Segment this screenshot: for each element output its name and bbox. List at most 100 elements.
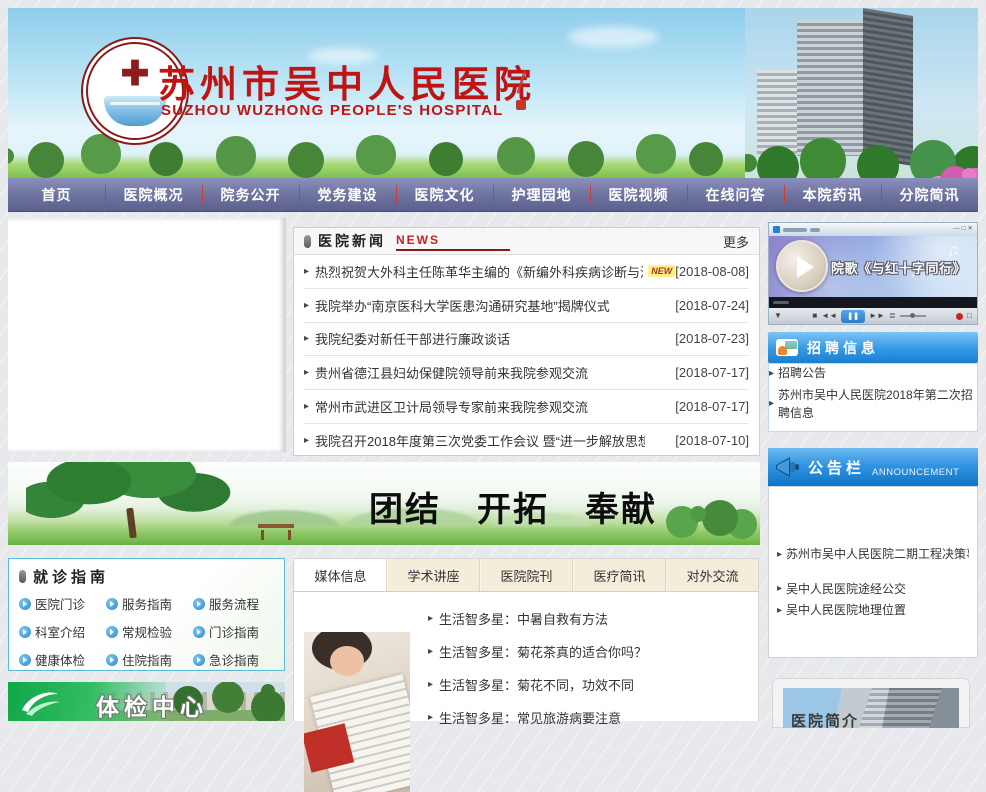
arrow-bullet-icon: ▸ [777,581,782,597]
news-item-date: [2018-07-17] [675,399,749,414]
media-tab[interactable]: 医疗简讯 [573,559,666,591]
media-tab[interactable]: 医院院刊 [480,559,573,591]
media-article-text: 生活智多星：菊花茶真的适合你吗？ [439,642,647,661]
player-title-decor [810,228,820,232]
guide-link[interactable]: 服务流程 [193,594,280,613]
main-nav: 首页 医院概况 院务公开 党务建设 医院文化 护理园地 医院视频 在线问答 本院… [8,178,978,212]
window-controls: — □ ✕ [953,226,973,233]
hospital-name-cn: 苏州市吴中人民医院 [158,54,536,108]
announcement-item-text: 吴中人民医院途经公交 [786,580,906,599]
intro-building-photo: 医院简介 [783,688,959,728]
news-list-item[interactable]: ▸ 我院举办“南京医科大学医患沟通研究基地”揭牌仪式 NEW [2018-07-… [304,289,749,323]
news-title: 医院新闻 [318,231,386,251]
news-header: 医院新闻 NEWS 更多 [294,228,759,255]
news-item-date: [2018-07-10] [675,433,749,448]
guide-header: 就诊指南 [9,559,284,590]
news-item-text: 热烈祝贺大外科主任陈革华主编的《新编外科疾病诊断与治 [315,262,643,281]
video-caption: 院歌《与红十字同行》 [831,258,966,277]
guide-link[interactable]: 门诊指南 [193,622,280,641]
nav-item-label: 首页 [42,185,72,205]
nav-item[interactable]: 本院药讯 [784,178,881,211]
guide-link[interactable]: 常规检验 [106,622,193,641]
announcement-list-item[interactable]: ▸ 吴中人民医院途经公交 [777,580,969,599]
news-title-en: NEWS [396,232,510,251]
nav-item-label: 在线问答 [706,185,766,205]
slideshow-placeholder [8,218,286,452]
player-title-decor [783,228,807,232]
guide-link[interactable]: 住院指南 [106,650,193,669]
news-more-link[interactable]: 更多 [723,232,749,251]
news-list-item[interactable]: ▸ 常州市武进区卫计局领导专家前来我院参观交流 NEW [2018-07-17] [304,390,749,424]
announcement-list-item[interactable]: ▸ 吴中人民医院地理位置 [777,601,969,620]
nav-item[interactable]: 首页 [8,178,105,211]
recruit-list: ▸ 招聘公告 ▸ 苏州市吴中人民医院2018年第二次招聘信息 [768,363,978,432]
previous-icon[interactable]: ◄◄ [821,312,837,320]
blue-arrow-circle-icon [193,598,205,610]
media-article-item[interactable]: ▸ 生活智多星：菊花不同，功效不同 [428,668,748,701]
arrow-bullet-icon: ▸ [428,646,433,657]
nav-item[interactable]: 医院文化 [396,178,493,211]
news-item-text: 贵州省德江县妇幼保健院领导前来我院参观交流 [315,363,588,382]
maximize-icon[interactable]: □ [962,226,966,233]
nav-item[interactable]: 医院概况 [105,178,202,211]
minimize-icon[interactable]: — [953,226,960,233]
close-icon[interactable]: ✕ [968,226,973,233]
media-tab[interactable]: 对外交流 [666,559,758,591]
media-article-item[interactable]: ▸ 生活智多星：中暑自救有方法 [428,602,748,635]
news-list-item[interactable]: ▸ 我院纪委对新任干部进行廉政谈话 NEW [2018-07-23] [304,323,749,357]
new-badge: NEW [648,265,675,277]
news-list-item[interactable]: ▸ 贵州省德江县妇幼保健院领导前来我院参观交流 NEW [2018-07-17] [304,356,749,390]
nav-item[interactable]: 医院视频 [590,178,687,211]
record-icon[interactable] [956,313,963,320]
guide-link[interactable]: 急诊指南 [193,650,280,669]
nav-item[interactable]: 在线问答 [687,178,784,211]
guide-link-label: 门诊指南 [209,622,259,641]
news-list-item[interactable]: ▸ 我院召开2018年度第三次党委工作会议 暨“进一步解放思想 NEW [201… [304,424,749,457]
nav-item-label: 院务公开 [221,185,281,205]
pause-button[interactable]: ❚❚ [841,310,865,323]
player-controls: ▼ ■ ◄◄ ❚❚ ►► ≣ □ [769,308,977,324]
nav-item[interactable]: 护理园地 [493,178,590,211]
flower-decor [962,168,976,178]
media-article-text: 生活智多星：菊花不同，功效不同 [439,675,634,694]
media-tab-bar: 媒体信息 学术讲座 医院院刊 医疗简讯 对外交流 [294,559,758,592]
blue-arrow-circle-icon [106,598,118,610]
arrow-bullet-icon: ▸ [777,547,782,563]
nav-item[interactable]: 分院简讯 [881,178,978,211]
play-button[interactable] [776,240,828,292]
guide-link[interactable]: 健康体检 [19,650,106,669]
capsule-bullet-icon [304,235,311,248]
recruit-list-item[interactable]: ▸ 苏州市吴中人民医院2018年第二次招聘信息 [769,386,977,423]
media-tab[interactable]: 学术讲座 [387,559,480,591]
media-article-item[interactable]: ▸ 生活智多星：常见旅游病要注意 [428,701,748,734]
blue-arrow-circle-icon [19,598,31,610]
recruit-list-item[interactable]: ▸ 招聘公告 [769,364,977,383]
guide-link[interactable]: 服务指南 [106,594,193,613]
checkup-center-banner[interactable]: 体检中心 [8,682,285,721]
guide-link[interactable]: 医院门诊 [19,594,106,613]
arrow-bullet-icon: ▸ [304,333,309,344]
player-logo-icon [773,226,780,233]
cloud-decor [568,26,658,48]
fullscreen-icon[interactable]: □ [967,312,972,320]
arrow-bullet-icon: ▸ [428,679,433,690]
visit-guide-section: 就诊指南 医院门诊 服务指南 服务流程 科室介绍 [8,558,285,671]
nav-item[interactable]: 党务建设 [299,178,396,211]
guide-link[interactable]: 科室介绍 [19,622,106,641]
nav-item[interactable]: 院务公开 [202,178,299,211]
stop-icon[interactable]: ■ [812,312,817,320]
news-list-item[interactable]: ▸ 热烈祝贺大外科主任陈革华主编的《新编外科疾病诊断与治 NEW [2018-0… [304,255,749,289]
guide-link-label: 健康体检 [35,650,85,669]
news-item-date: [2018-08-08] [675,264,749,279]
playlist-icon[interactable]: ≣ [889,312,896,320]
media-article-item[interactable]: ▸ 生活智多星：菊花茶真的适合你吗？ [428,635,748,668]
guide-link-label: 医院门诊 [35,594,85,613]
volume-slider[interactable] [900,315,926,317]
options-icon[interactable]: ▼ [774,312,782,320]
announcement-item-text: 苏州市吴中人民医院二期工程决策事 [786,545,969,564]
next-icon[interactable]: ►► [869,312,885,320]
media-tab[interactable]: 媒体信息 [294,559,387,591]
announcement-list-item[interactable]: ▸ 苏州市吴中人民医院二期工程决策事 [777,545,969,564]
media-article-photo [304,632,410,792]
news-item-text: 我院召开2018年度第三次党委工作会议 暨“进一步解放思想 [315,431,645,450]
